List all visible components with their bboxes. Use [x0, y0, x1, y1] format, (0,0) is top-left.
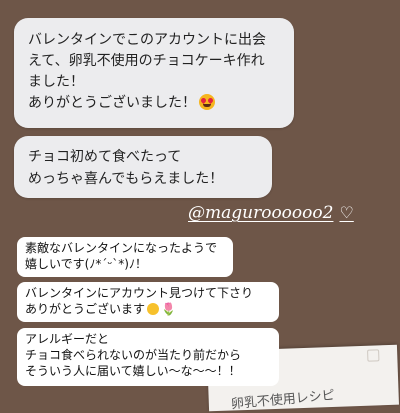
message-line: えて、卵乳不使用のチョコケーキ作れ [28, 53, 265, 69]
heart-eyes-emoji-icon [199, 94, 215, 110]
heart-outline-icon: ♡ [339, 203, 354, 222]
paper-mark [367, 349, 380, 362]
message-line: ました！ [28, 74, 84, 90]
message-line-text: ありがとうございました！ [28, 95, 196, 111]
comment-line: バレンタインにアカウント見つけて下さり [25, 286, 254, 300]
comment-chip: 素敵なバレンタインになったようで 嬉しいです(ﾉ*ˊᵕˋ*)ﾉ！ [17, 237, 233, 277]
comment-line: アレルギーだと [25, 332, 110, 346]
comment-line: 嬉しいです(ﾉ*ˊᵕˋ*)ﾉ！ [25, 257, 147, 271]
mention-handle[interactable]: @maguroooooo2 ♡ [188, 203, 354, 229]
comment-line: 素敵なバレンタインになったようで [25, 241, 218, 255]
comment-chip: バレンタインにアカウント見つけて下さり ありがとうございます 🌷 [17, 282, 279, 322]
story-screen: バレンタインでこのアカウントに出会 えて、卵乳不使用のチョコケーキ作れ ました！… [0, 0, 400, 412]
handwritten-note: 卵乳不使用レシピ [230, 388, 336, 413]
comment-chip: アレルギーだと チョコ食べられないのが当たり前だから そういう人に届いて嬉しい〜… [17, 328, 279, 386]
mention-text: @maguroooooo2 [188, 203, 334, 223]
comment-line: ありがとうございます 🌷 [25, 301, 271, 317]
tulip-icon: 🌷 [161, 302, 176, 316]
message-line: めっちゃ喜んでもらえました！ [28, 171, 224, 187]
message-line: チョコ初めて食べたって [28, 149, 182, 165]
comment-line: チョコ食べられないのが当たり前だから [25, 348, 242, 362]
comment-line: そういう人に届いて嬉しい〜な〜〜！！ [25, 364, 241, 378]
message-line: ありがとうございました！ [28, 93, 280, 114]
message-bubble-happy: チョコ初めて食べたって めっちゃ喜んでもらえました！ [14, 136, 272, 198]
smiling-hearts-emoji-icon [147, 303, 160, 315]
comment-line-text: ありがとうございます [25, 302, 146, 316]
message-line: バレンタインでこのアカウントに出会 [28, 32, 266, 48]
message-bubble-thanks: バレンタインでこのアカウントに出会 えて、卵乳不使用のチョコケーキ作れ ました！… [14, 18, 294, 128]
